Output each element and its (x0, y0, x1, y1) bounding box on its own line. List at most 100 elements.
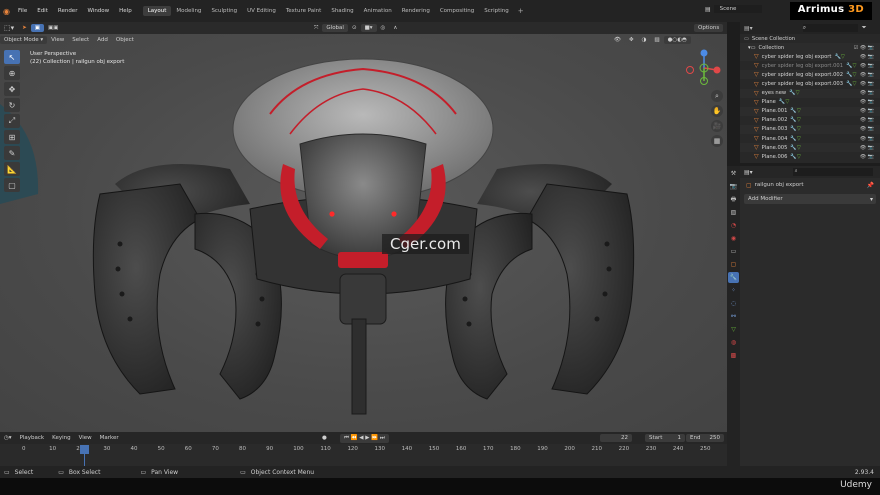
outliner-item[interactable]: ▽ eyes new 🔧▽ 👁 📷 (740, 88, 880, 98)
outliner-item[interactable]: ▽ cyber spider leg obj export.001 🔧▽ 👁 📷 (740, 61, 880, 70)
data-tab-icon[interactable]: ▽ (728, 324, 739, 335)
modifier-tab-icon[interactable]: 🔧 (728, 272, 739, 283)
visibility-toggle-icon[interactable]: 👁 📷 (860, 154, 874, 160)
viewport-menu-add[interactable]: Add (93, 36, 112, 44)
visibility-toggle-icon[interactable]: 👁 📷 (860, 81, 874, 87)
outliner-item[interactable]: ▽ cyber spider leg obj export.002 🔧▽ 👁 📷 (740, 70, 880, 80)
camera-view-icon[interactable]: 🎥 (711, 120, 723, 132)
add-modifier-dropdown[interactable]: Add Modifier ▾ (744, 194, 876, 204)
render-tab-icon[interactable]: 📷 (728, 181, 739, 192)
rotate-tool-icon[interactable]: ↻ (4, 98, 20, 112)
constraints-tab-icon[interactable]: ⚯ (728, 311, 739, 322)
gizmo-toggle-icon[interactable]: ✥ (625, 36, 638, 44)
3d-viewport[interactable] (0, 34, 727, 432)
outliner-editor-icon[interactable]: ▤▾ (744, 25, 753, 32)
outliner-item[interactable]: ▽ Plane.006 🔧▽ 👁 📷 (740, 152, 880, 161)
pivot-icon[interactable]: ⊙ (348, 24, 361, 32)
tab-scripting[interactable]: Scripting (479, 6, 513, 16)
snap-toggle[interactable]: ■▾ (360, 24, 377, 32)
outliner-item[interactable]: ▽ Plane.002 🔧▽ 👁 📷 (740, 116, 880, 125)
end-frame-field[interactable]: End 250 (686, 434, 724, 442)
scene-selector[interactable]: ▤ Scene (705, 5, 762, 13)
annotate-tool-icon[interactable]: ✎ (4, 146, 20, 160)
select-tool-icon[interactable]: ➤ (18, 24, 31, 32)
viewport-menu-object[interactable]: Object (112, 36, 138, 44)
cursor-tool-icon[interactable]: ⊕ (4, 66, 20, 80)
tab-layout[interactable]: Layout (142, 6, 172, 16)
orientation-dropdown[interactable]: Global (322, 24, 348, 32)
visibility-icon[interactable]: 👁 (610, 36, 625, 44)
shading-solid-icon[interactable]: ●○◐◓ (663, 36, 691, 44)
transform-tool-icon[interactable]: ⊞ (4, 130, 20, 144)
menu-render[interactable]: Render (53, 8, 83, 14)
material-tab-icon[interactable]: ◍ (728, 337, 739, 348)
outliner-item[interactable]: ▽ Plane.001 🔧▽ 👁 📷 (740, 106, 880, 116)
move-tool-icon[interactable]: ✥ (4, 82, 20, 96)
visibility-toggle-icon[interactable]: 👁 📷 (860, 63, 874, 69)
physics-tab-icon[interactable]: ◌ (728, 298, 739, 309)
outliner-item[interactable]: ▽ Plane.003 🔧▽ 👁 📷 (740, 124, 880, 135)
visibility-toggle-icon[interactable]: 👁 📷 (860, 145, 874, 151)
select-extend-icon[interactable]: ▣▣ (44, 24, 62, 32)
start-frame-field[interactable]: Start 1 (645, 434, 685, 442)
tab-rendering[interactable]: Rendering (397, 6, 435, 16)
tab-modeling[interactable]: Modeling (171, 6, 206, 16)
navigation-gizmo[interactable] (684, 48, 724, 88)
scene-tab-icon[interactable]: ◔ (728, 220, 739, 231)
xray-toggle-icon[interactable]: ▨ (650, 36, 663, 44)
pan-hand-icon[interactable]: ✋ (711, 105, 723, 117)
add-workspace-icon[interactable]: + (518, 7, 524, 15)
measure-tool-icon[interactable]: 📐 (4, 162, 20, 176)
properties-editor-icon[interactable]: ▤▾ (744, 169, 753, 176)
timeline-menu-playback[interactable]: Playback (16, 434, 49, 442)
menu-edit[interactable]: Edit (32, 8, 53, 14)
output-tab-icon[interactable]: 🖶 (728, 194, 739, 205)
outliner-item[interactable]: ▽ Plane.005 🔧▽ 👁 📷 (740, 143, 880, 153)
timeline-menu-keying[interactable]: Keying (48, 434, 74, 442)
visibility-toggle-icon[interactable]: 👁 📷 (860, 99, 874, 105)
blender-logo-icon[interactable]: ◉ (3, 7, 13, 16)
collection-row[interactable]: ▾▭ Collection ☑ 👁 📷 (740, 43, 880, 53)
timeline-menu-marker[interactable]: Marker (96, 434, 123, 442)
visibility-toggle-icon[interactable]: 👁 📷 (860, 136, 874, 142)
menu-window[interactable]: Window (82, 8, 114, 14)
current-frame-field[interactable]: 22 (600, 434, 632, 442)
object-tab-icon[interactable]: ▢ (728, 259, 739, 270)
visibility-toggle-icon[interactable]: 👁 📷 (860, 54, 874, 60)
overlay-toggle-icon[interactable]: ◑ (638, 36, 651, 44)
tab-sculpting[interactable]: Sculpting (206, 6, 242, 16)
playback-controls[interactable]: ⏮ ⏪ ◀ ▶ ⏩ ⏭ (340, 433, 389, 443)
viewport-menu-view[interactable]: View (47, 36, 68, 44)
select-mode-icon[interactable]: ▣ (30, 24, 44, 32)
visibility-toggle-icon[interactable]: 👁 📷 (860, 126, 874, 132)
tab-animation[interactable]: Animation (359, 6, 397, 16)
falloff-icon[interactable]: ∧ (389, 24, 401, 32)
menu-file[interactable]: File (13, 8, 32, 14)
outliner-item[interactable]: ▽ cyber spider leg obj export 🔧▽ 👁 📷 (740, 52, 880, 62)
properties-search-input[interactable]: ⌕ (792, 168, 873, 176)
visibility-toggle-icon[interactable]: 👁 📷 (860, 90, 874, 96)
select-box-tool-icon[interactable]: ↖ (4, 50, 20, 64)
collection-checkbox[interactable]: ☑ 👁 📷 (854, 45, 874, 51)
add-cube-tool-icon[interactable]: ▢ (4, 178, 20, 192)
tab-uv-editing[interactable]: UV Editing (242, 6, 281, 16)
filter-icon[interactable]: ⏷ (862, 24, 867, 32)
object-mode-dropdown[interactable]: Object Mode ▾ (0, 36, 48, 44)
world-tab-icon[interactable]: ◉ (728, 233, 739, 244)
playhead[interactable] (80, 445, 89, 454)
tab-shading[interactable]: Shading (326, 6, 358, 16)
menu-help[interactable]: Help (114, 8, 137, 14)
view-layer-tab-icon[interactable]: ▧ (728, 207, 739, 218)
zoom-icon[interactable]: ⌕ (711, 90, 723, 102)
options-dropdown[interactable]: Options (694, 24, 724, 32)
scale-tool-icon[interactable]: ⤢ (4, 114, 20, 128)
viewport-menu-select[interactable]: Select (68, 36, 93, 44)
pin-icon[interactable]: 📌 (867, 182, 874, 189)
tool-tab-icon[interactable]: ⚒ (728, 168, 739, 179)
particles-tab-icon[interactable]: ⁘ (728, 285, 739, 296)
transform-orientation[interactable]: ⤧ Global ⊙ ■▾ ◎ ∧ (310, 24, 401, 33)
visibility-toggle-icon[interactable]: 👁 📷 (860, 72, 874, 78)
editor-type-icon[interactable]: ⬚▾ (0, 23, 18, 33)
visibility-toggle-icon[interactable]: 👁 📷 (860, 117, 874, 123)
visibility-toggle-icon[interactable]: 👁 📷 (860, 108, 874, 114)
